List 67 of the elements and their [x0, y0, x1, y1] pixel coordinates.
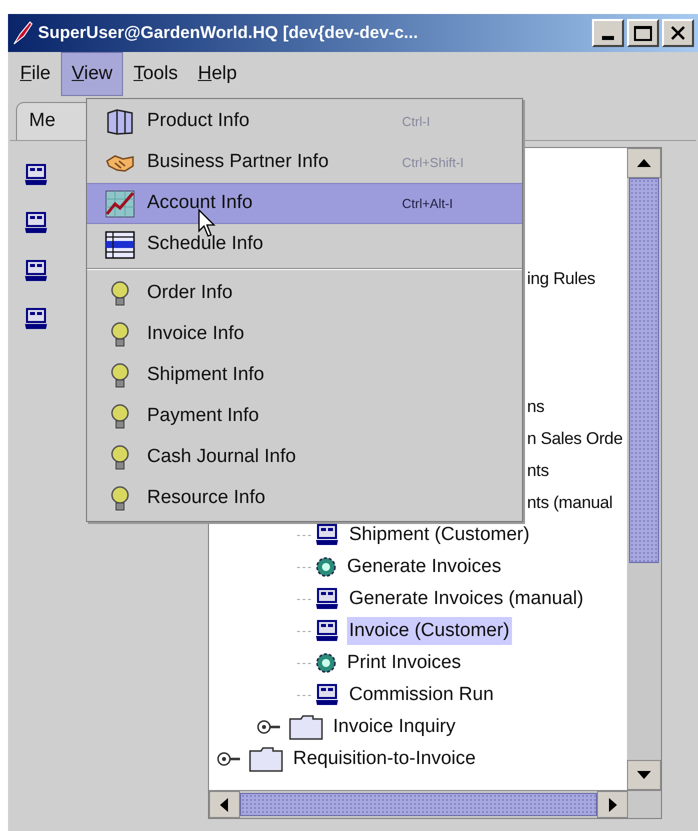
- tree-item-label: n Sales Orde: [527, 428, 623, 450]
- tree-item-label: ns: [527, 396, 544, 418]
- light-bulb-icon: [109, 486, 131, 512]
- down-arrow-icon: [637, 771, 651, 779]
- menu-bar-item[interactable]: Tools: [123, 52, 188, 96]
- tree-item[interactable]: Requisition-to-Invoice: [291, 744, 478, 774]
- minimize-button[interactable]: [592, 19, 624, 47]
- computer-icon: [315, 684, 339, 706]
- menu-item[interactable]: Account Info Ctrl+Alt-I: [87, 183, 522, 224]
- folder-icon: [289, 714, 323, 740]
- menu-bar-item[interactable]: Help: [188, 52, 247, 96]
- expand-toggle-icon[interactable]: [217, 751, 241, 767]
- quill-icon: [12, 20, 34, 46]
- computer-icon: [24, 308, 48, 330]
- left-arrow-icon: [220, 798, 228, 812]
- maximize-button[interactable]: [627, 19, 659, 47]
- tree-item-label: nts: [527, 460, 549, 482]
- line-chart-icon: [105, 190, 135, 218]
- tree-item[interactable]: Generate Invoices: [345, 552, 504, 582]
- tree-item[interactable]: Shipment (Customer): [347, 520, 532, 550]
- expand-toggle-icon[interactable]: [257, 719, 281, 735]
- up-arrow-icon: [637, 159, 651, 167]
- menu-item[interactable]: Schedule Info: [87, 224, 522, 265]
- menu-item[interactable]: Resource Info: [87, 478, 522, 519]
- tree-item[interactable]: Invoice (Customer): [347, 616, 512, 646]
- tree-item-label: ing Rules: [527, 268, 596, 290]
- menu-bar-item[interactable]: File: [10, 52, 61, 96]
- minimize-icon: [602, 36, 614, 40]
- close-button[interactable]: [662, 19, 694, 47]
- menu-item[interactable]: Cash Journal Info: [87, 437, 522, 478]
- scroll-left-button[interactable]: [209, 791, 240, 818]
- computer-icon: [315, 620, 339, 642]
- gear-icon: [315, 652, 337, 674]
- menu-item[interactable]: Shipment Info: [87, 355, 522, 396]
- menu-item[interactable]: Business Partner Info Ctrl+Shift-I: [87, 142, 522, 183]
- tree-item[interactable]: Invoice Inquiry: [331, 712, 458, 742]
- light-bulb-icon: [109, 404, 131, 430]
- tree-item-label: nts (manual: [527, 492, 613, 514]
- computer-icon: [315, 588, 339, 610]
- light-bulb-icon: [109, 362, 131, 388]
- maximize-icon: [634, 25, 652, 41]
- scroll-up-button[interactable]: [627, 148, 661, 178]
- tree-item[interactable]: Commission Run: [347, 680, 496, 710]
- gear-icon: [315, 556, 337, 578]
- scroll-thumb[interactable]: [629, 178, 659, 563]
- menu-bar-item[interactable]: View: [60, 52, 124, 96]
- menu-item[interactable]: Invoice Info: [87, 314, 522, 355]
- scroll-right-button[interactable]: [597, 791, 628, 818]
- light-bulb-icon: [109, 322, 131, 348]
- folder-icon: [249, 746, 283, 772]
- scroll-down-button[interactable]: [627, 760, 661, 790]
- window-title: SuperUser@GardenWorld.HQ [dev{dev-dev-c...: [38, 22, 418, 44]
- horizontal-scroll-thumb[interactable]: [240, 793, 598, 816]
- table-icon: [105, 230, 135, 258]
- light-bulb-icon: [109, 444, 131, 470]
- tree-item[interactable]: Print Invoices: [345, 648, 464, 678]
- computer-icon: [24, 212, 48, 234]
- computer-icon: [315, 524, 339, 546]
- menu-item[interactable]: Order Info: [87, 273, 522, 314]
- light-bulb-icon: [109, 280, 131, 306]
- right-arrow-icon: [608, 798, 617, 812]
- tree-item[interactable]: Generate Invoices (manual): [347, 584, 586, 614]
- computer-icon: [24, 260, 48, 282]
- box-icon: [105, 108, 135, 134]
- computer-icon: [24, 164, 48, 186]
- menu-item[interactable]: Payment Info: [87, 396, 522, 437]
- close-icon: [670, 25, 686, 41]
